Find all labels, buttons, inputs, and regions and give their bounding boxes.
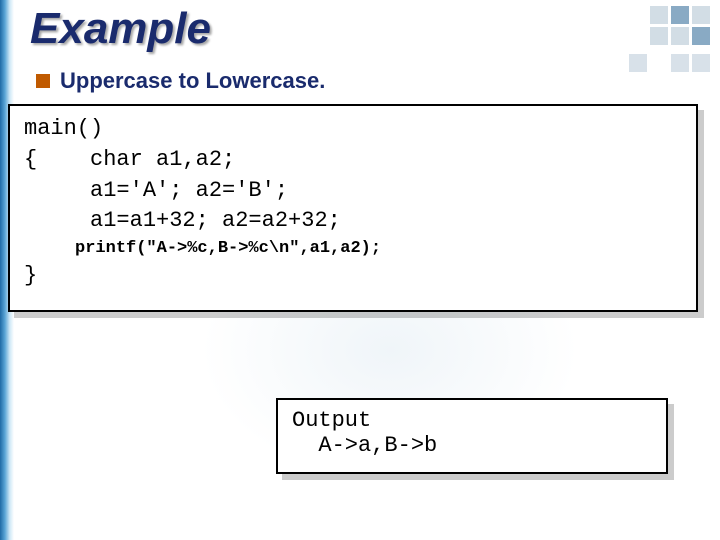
output-label: Output	[292, 408, 652, 433]
slide-subtitle: Uppercase to Lowercase.	[60, 68, 325, 94]
corner-squares-bottom	[629, 54, 710, 72]
code-line-printf: printf("A->%c,B->%c\n",a1,a2);	[24, 237, 682, 261]
output-line: A->a,B->b	[292, 433, 652, 458]
code-line: main()	[24, 114, 682, 145]
deco-square	[629, 54, 647, 72]
output-box: Output A->a,B->b	[276, 398, 668, 474]
code-line: }	[24, 261, 682, 292]
deco-square	[650, 27, 668, 45]
corner-squares-top	[629, 6, 710, 45]
code-line: a1='A'; a2='B';	[24, 176, 682, 207]
slide-root: Example Uppercase to Lowercase. main() {…	[0, 0, 720, 540]
deco-square	[692, 54, 710, 72]
slide-title: Example	[30, 4, 211, 54]
deco-square	[692, 6, 710, 24]
deco-square	[671, 54, 689, 72]
deco-square	[650, 6, 668, 24]
deco-square	[692, 27, 710, 45]
code-line: a1=a1+32; a2=a2+32;	[24, 206, 682, 237]
deco-square	[671, 27, 689, 45]
bullet-icon	[36, 74, 50, 88]
deco-square	[671, 6, 689, 24]
code-box: main() { char a1,a2; a1='A'; a2='B'; a1=…	[8, 104, 698, 312]
bullet-row: Uppercase to Lowercase.	[36, 68, 325, 94]
code-line: { char a1,a2;	[24, 145, 682, 176]
